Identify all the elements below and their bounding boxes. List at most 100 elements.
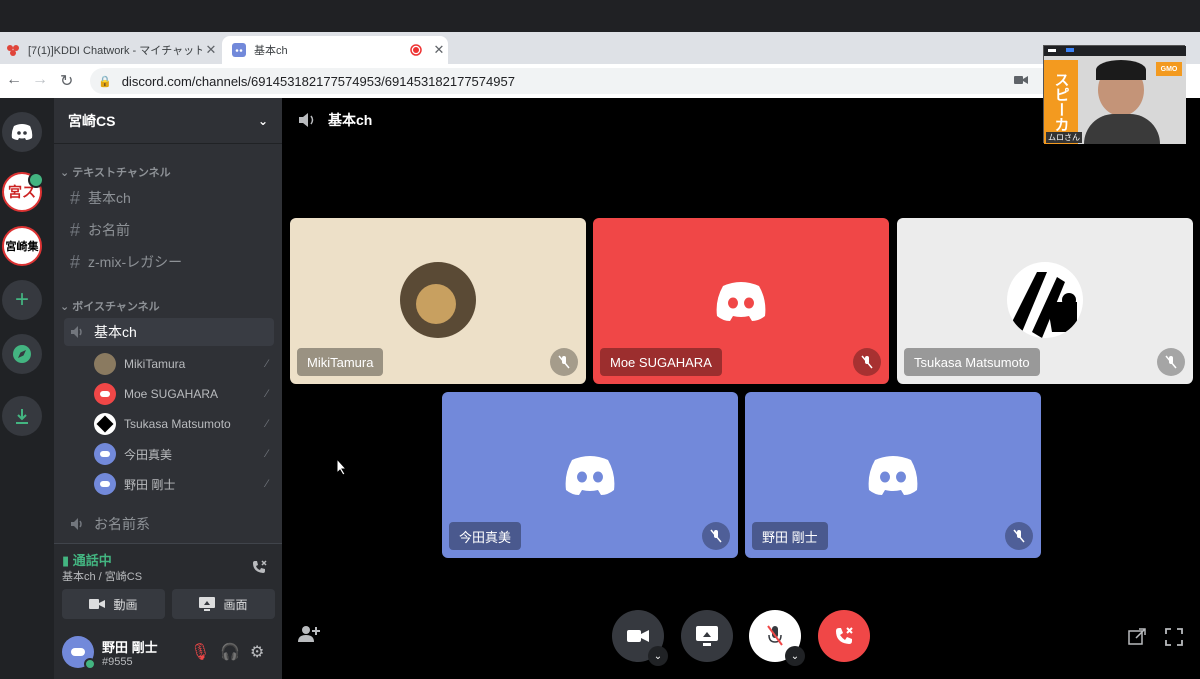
participant-tile[interactable]: Tsukasa Matsumoto xyxy=(897,218,1193,384)
avatar xyxy=(94,443,116,465)
discord-avatar-icon xyxy=(716,282,766,321)
camera-icon xyxy=(89,599,106,609)
camera-indicator-icon[interactable] xyxy=(1014,75,1028,85)
speaker-icon xyxy=(299,113,314,127)
screen-share-toggle-button[interactable] xyxy=(681,610,733,662)
participant-tile[interactable]: Moe SUGAHARA xyxy=(593,218,889,384)
mic-muted-icon xyxy=(702,522,730,550)
headphones-icon[interactable]: 🎧 xyxy=(220,642,240,662)
voice-user[interactable]: Tsukasa Matsumoto ⁄ xyxy=(94,411,274,437)
chevron-down-icon: ⌄ xyxy=(257,113,268,128)
os-top-bar xyxy=(0,0,1200,32)
video-button[interactable]: 動画 xyxy=(62,589,165,619)
fullscreen-icon[interactable] xyxy=(1165,628,1183,646)
avatar xyxy=(94,473,116,495)
voice-user[interactable]: Moe SUGAHARA ⁄ xyxy=(94,381,274,407)
webcam-overlay: スピーカ ムロさん GMO xyxy=(1043,45,1186,144)
disconnect-icon[interactable] xyxy=(250,558,268,576)
reload-icon[interactable]: ↻ xyxy=(60,71,73,91)
channel-onamae[interactable]: # お名前 xyxy=(64,216,274,244)
category-text[interactable]: ⌄ テキストチャンネル xyxy=(60,164,171,180)
mic-muted-icon: ⁄ xyxy=(266,418,268,430)
recording-icon xyxy=(410,44,422,56)
tab-chatwork[interactable]: [7(1)]KDDI Chatwork - マイチャット ✕ xyxy=(0,36,220,64)
camera-toggle-button[interactable]: ⌄ xyxy=(612,610,668,666)
user-tag: #9555 xyxy=(102,655,133,668)
online-status-icon xyxy=(84,658,96,670)
server-miyazakishu-icon[interactable]: 宮崎集 xyxy=(2,226,42,266)
browser-tabstrip: [7(1)]KDDI Chatwork - マイチャット ✕ 基本ch ✕ + xyxy=(0,32,1200,88)
channel-kihon[interactable]: # 基本ch xyxy=(64,184,274,212)
hash-icon: # xyxy=(70,187,81,208)
mic-muted-icon: ⁄ xyxy=(266,448,268,460)
popout-icon[interactable] xyxy=(1128,628,1146,646)
channel-zmix[interactable]: # z-mix-レガシー xyxy=(64,248,274,276)
server-list: 宮ス 宮崎集 + xyxy=(0,98,54,679)
avatar xyxy=(1007,262,1083,338)
voice-status-subtitle: 基本ch / 宮崎CS xyxy=(62,571,143,583)
category-voice[interactable]: ⌄ ボイスチャンネル xyxy=(60,298,160,314)
user-panel: 野田 剛士 #9555 🎙 🎧 ⚙ xyxy=(54,625,282,679)
participant-name: 野田 剛士 xyxy=(752,522,828,550)
hash-icon: # xyxy=(70,251,81,272)
tab-discord[interactable]: 基本ch ✕ xyxy=(222,36,448,64)
voice-user[interactable]: MikiTamura ⁄ xyxy=(94,351,274,377)
voice-status-title: ▮ 通話中 xyxy=(62,553,112,568)
tab-title: 基本ch xyxy=(254,45,288,57)
mic-muted-icon xyxy=(550,348,578,376)
discord-avatar-icon xyxy=(868,456,918,495)
mic-muted-icon[interactable]: 🎙 xyxy=(190,642,210,662)
mic-muted-icon xyxy=(767,625,783,646)
screen-share-button[interactable]: 画面 xyxy=(172,589,275,619)
voice-user[interactable]: 野田 剛士 ⁄ xyxy=(94,471,274,497)
username: 野田 剛士 xyxy=(102,639,158,655)
guild-header[interactable]: 宮崎CS ⌄ xyxy=(54,98,282,144)
hash-icon: # xyxy=(70,219,81,240)
mic-toggle-button[interactable]: ⌄ xyxy=(749,610,805,666)
call-view: 基本ch MikiTamura Moe SUGAHARA Tsukasa Mat… xyxy=(282,98,1200,679)
discord-home-icon[interactable] xyxy=(2,112,42,152)
hang-up-button[interactable] xyxy=(818,610,870,662)
mic-muted-icon xyxy=(853,348,881,376)
disconnect-icon xyxy=(836,627,853,644)
avatar xyxy=(94,353,116,375)
chevron-down-icon[interactable]: ⌄ xyxy=(785,646,805,666)
download-icon[interactable] xyxy=(2,396,42,436)
chevron-down-icon[interactable]: ⌄ xyxy=(648,646,668,666)
mic-muted-icon xyxy=(1005,522,1033,550)
explore-icon[interactable] xyxy=(2,334,42,374)
voice-connected-panel: ▮ 通話中 基本ch / 宮崎CS 動画 画面 xyxy=(54,543,282,625)
person-shirt xyxy=(1084,114,1160,144)
participant-tile[interactable]: 今田真美 xyxy=(442,392,738,558)
back-icon[interactable]: ← xyxy=(6,71,22,89)
voice-channel-kihon[interactable]: 基本ch xyxy=(64,318,274,346)
mouse-cursor-icon xyxy=(336,458,348,476)
avatar xyxy=(94,383,116,405)
avatar xyxy=(94,413,116,435)
address-bar: ← → ↻ 🔒 discord.com/channels/69145318217… xyxy=(0,64,1200,98)
speaker-icon xyxy=(71,518,82,530)
voice-channel-onamaekei[interactable]: お名前系 xyxy=(64,510,274,538)
gear-icon[interactable]: ⚙ xyxy=(250,642,264,662)
voice-active-badge xyxy=(28,172,44,188)
participant-tile[interactable]: 野田 剛士 xyxy=(745,392,1041,558)
tab-close-icon[interactable]: ✕ xyxy=(202,42,220,58)
url-text: discord.com/channels/691453182177574953/… xyxy=(121,73,515,89)
avatar xyxy=(400,262,476,338)
mic-muted-icon: ⁄ xyxy=(266,478,268,490)
tab-close-icon[interactable]: ✕ xyxy=(430,42,448,58)
forward-icon[interactable]: → xyxy=(32,71,48,89)
person-hair xyxy=(1096,60,1146,80)
participant-name: Tsukasa Matsumoto xyxy=(904,348,1040,376)
add-server-icon[interactable]: + xyxy=(2,280,42,320)
avatar[interactable] xyxy=(62,636,96,670)
participant-name: Moe SUGAHARA xyxy=(600,348,722,376)
participant-tile[interactable]: MikiTamura xyxy=(290,218,586,384)
add-person-icon[interactable] xyxy=(298,625,320,643)
discord-avatar-icon xyxy=(565,456,615,495)
url-field[interactable]: 🔒 discord.com/channels/69145318217757495… xyxy=(90,68,1090,94)
mic-muted-icon xyxy=(1157,348,1185,376)
lock-icon: 🔒 xyxy=(98,75,112,88)
speaker-icon xyxy=(71,326,82,338)
voice-user[interactable]: 今田真美 ⁄ xyxy=(94,441,274,467)
